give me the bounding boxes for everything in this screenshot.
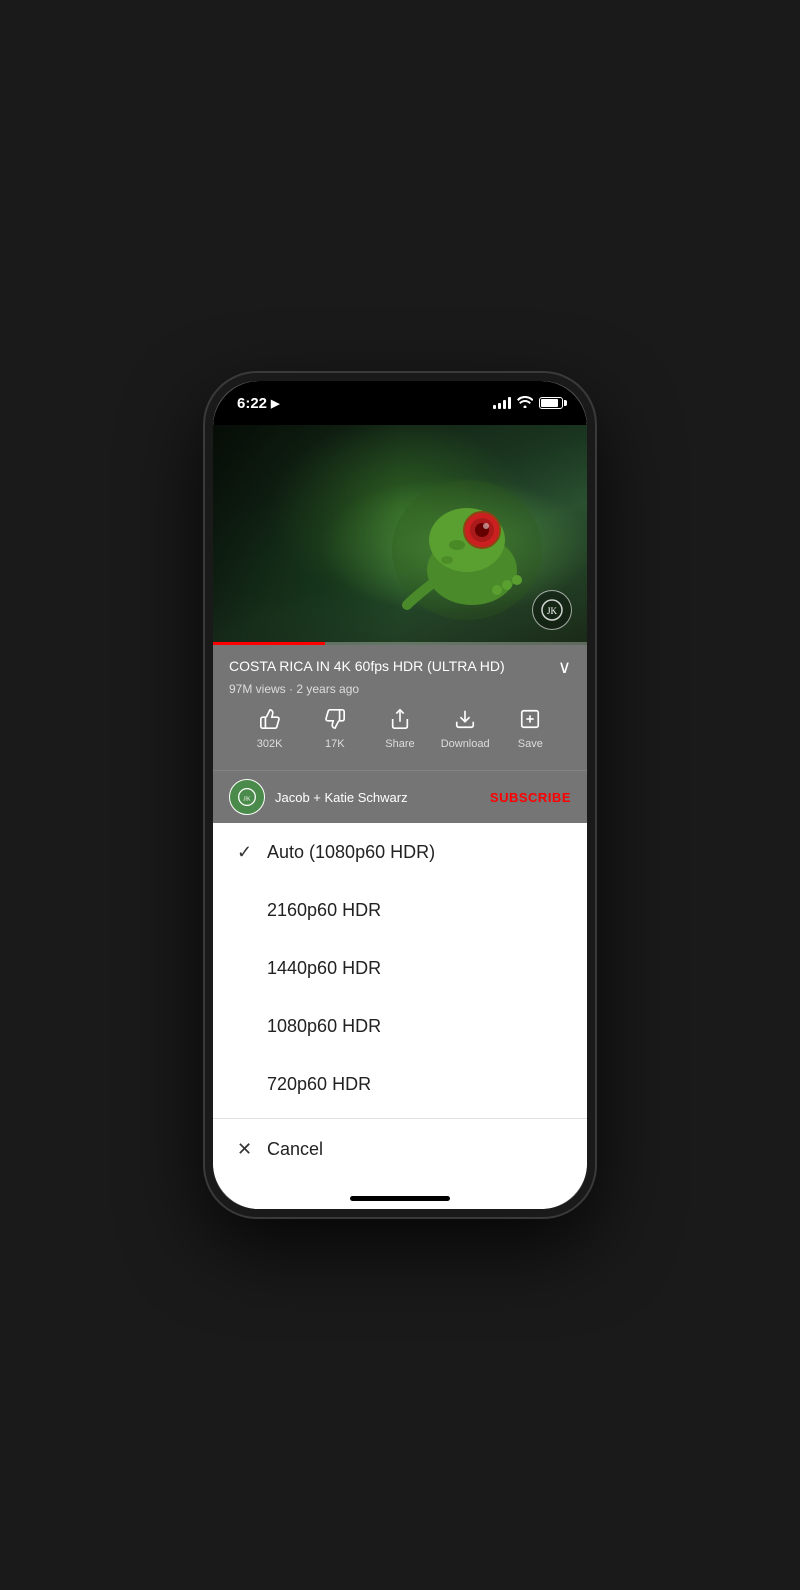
save-icon [519,708,541,734]
time-display: 6:22 [237,395,267,412]
signal-bars-icon [493,397,511,409]
save-button[interactable]: Save [505,708,555,750]
quality-option-4[interactable]: 720p60 HDR [213,1055,587,1113]
video-info-section: COSTA RICA IN 4K 60fps HDR (ULTRA HD) ∨ … [213,645,587,770]
wifi-icon [517,395,533,411]
share-icon [389,708,411,734]
cancel-button[interactable]: ✕ Cancel [213,1119,587,1179]
download-button[interactable]: Download [440,708,490,750]
chevron-down-icon[interactable]: ∨ [558,657,571,678]
quality-label-3: 1080p60 HDR [267,1016,381,1037]
home-bar [350,1196,450,1201]
like-button[interactable]: 302K [245,708,295,750]
location-arrow-icon: ▶ [271,397,279,410]
like-icon [259,708,281,734]
quality-option-1[interactable]: 2160p60 HDR [213,881,587,939]
quality-menu: ✓ Auto (1080p60 HDR) 2160p60 HDR 1440p60… [213,823,587,1118]
share-label: Share [385,738,414,750]
notch [335,381,465,411]
channel-logo-overlay: JK [532,590,572,630]
channel-name: Jacob + Katie Schwarz [275,790,408,805]
like-count: 302K [257,738,283,750]
quality-option-0[interactable]: ✓ Auto (1080p60 HDR) [213,823,587,881]
share-button[interactable]: Share [375,708,425,750]
save-label: Save [518,738,543,750]
quality-option-3[interactable]: 1080p60 HDR [213,997,587,1055]
download-icon [454,708,476,734]
phone-screen: 6:22 ▶ [213,381,587,1209]
channel-info: JK Jacob + Katie Schwarz [229,779,408,815]
channel-row: JK Jacob + Katie Schwarz SUBSCRIBE [213,770,587,823]
quality-label-1: 2160p60 HDR [267,900,381,921]
dislike-icon [324,708,346,734]
quality-label-4: 720p60 HDR [267,1074,371,1095]
phone-frame: 6:22 ▶ [205,373,595,1217]
action-buttons-row: 302K 17K [229,696,571,758]
checkmark-icon: ✓ [237,842,267,863]
channel-avatar[interactable]: JK [229,779,265,815]
svg-text:JK: JK [547,606,558,616]
quality-option-2[interactable]: 1440p60 HDR [213,939,587,997]
dislike-count: 17K [325,738,345,750]
cancel-x-icon: ✕ [237,1139,267,1160]
cancel-section: ✕ Cancel [213,1118,587,1179]
battery-icon [539,397,563,409]
quality-label-2: 1440p60 HDR [267,958,381,979]
home-indicator [213,1179,587,1209]
subscribe-button[interactable]: SUBSCRIBE [490,790,571,805]
video-meta: 97M views · 2 years ago [229,682,571,696]
download-label: Download [441,738,490,750]
cancel-label: Cancel [267,1139,323,1160]
dislike-button[interactable]: 17K [310,708,360,750]
status-icons [493,395,563,411]
quality-label-0: Auto (1080p60 HDR) [267,842,435,863]
video-thumbnail[interactable]: JK [213,425,587,645]
status-time: 6:22 ▶ [237,395,280,412]
progress-fill [213,642,325,645]
svg-text:JK: JK [243,795,251,802]
video-title: COSTA RICA IN 4K 60fps HDR (ULTRA HD) [229,657,550,675]
video-progress-bar[interactable] [213,642,587,645]
